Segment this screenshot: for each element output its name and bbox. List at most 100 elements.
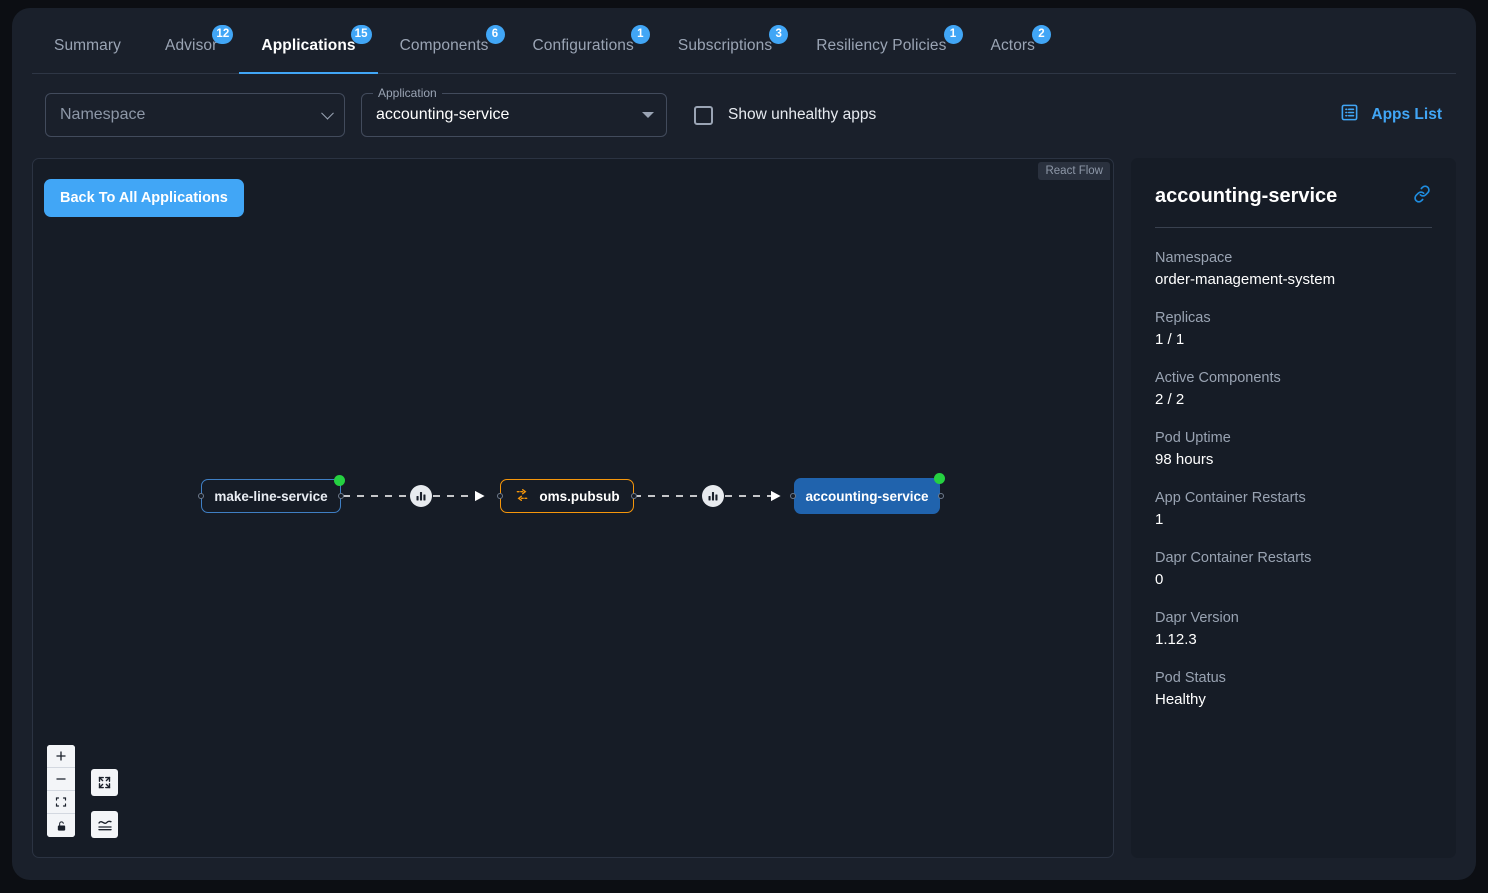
graph-canvas[interactable]: Back To All Applications React Flow make… (32, 158, 1114, 858)
tab-badge: 12 (212, 25, 234, 44)
namespace-select[interactable]: Namespace (45, 93, 345, 137)
main-content: Back To All Applications React Flow make… (32, 158, 1456, 858)
application-select-value: accounting-service (376, 106, 510, 123)
node-handle-left[interactable] (790, 493, 796, 499)
detail-panel: accounting-service Namespace order-manage… (1131, 158, 1456, 858)
pubsub-icon (514, 487, 530, 506)
detail-row-key: Dapr Container Restarts (1155, 550, 1312, 566)
fit-view-button[interactable] (47, 791, 75, 814)
lock-icon (57, 820, 65, 831)
expand-icon (98, 776, 111, 789)
link-icon[interactable] (1412, 184, 1432, 209)
tab-label: Components (399, 37, 489, 54)
tab-badge: 3 (769, 25, 789, 44)
detail-row: Namespace order-management-system (1155, 250, 1432, 288)
tab-advisor[interactable]: Advisor 12 (143, 25, 239, 73)
detail-row-key: Namespace (1155, 250, 1233, 266)
detail-row-value: 1 (1155, 511, 1164, 528)
application-select[interactable]: Application accounting-service (361, 86, 667, 137)
minus-icon (56, 778, 66, 780)
fit-icon (55, 797, 67, 807)
detail-row-value: Healthy (1155, 691, 1206, 708)
apps-list-button[interactable]: Apps List (1340, 103, 1442, 127)
tab-label: Subscriptions (677, 37, 773, 54)
tab-badge: 6 (485, 25, 505, 44)
detail-row-value: 0 (1155, 571, 1164, 588)
edge-metrics-badge[interactable] (410, 485, 432, 507)
graph-node-label: make-line-service (214, 488, 328, 504)
detail-row-key: Active Components (1155, 370, 1281, 386)
list-icon (1340, 103, 1359, 127)
tab-badge: 1 (630, 25, 650, 44)
node-handle-right[interactable] (631, 493, 637, 499)
detail-row: Pod Status Healthy (1155, 670, 1432, 708)
status-dot-healthy (334, 475, 345, 486)
tab-summary[interactable]: Summary (32, 37, 143, 73)
show-unhealthy-apps-checkbox[interactable]: Show unhealthy apps (694, 105, 877, 125)
edge-metrics-badge[interactable] (702, 485, 724, 507)
detail-row: Active Components 2 / 2 (1155, 370, 1432, 408)
metrics-icon (416, 492, 426, 501)
detail-row: Dapr Version 1.12.3 (1155, 610, 1432, 648)
detail-row-value: order-management-system (1155, 271, 1336, 288)
detail-row-key: Dapr Version (1155, 610, 1239, 626)
show-unhealthy-apps-label: Show unhealthy apps (728, 106, 877, 123)
tab-label: Resiliency Policies (816, 37, 947, 54)
chevron-down-icon (321, 106, 334, 120)
node-handle-right[interactable] (338, 493, 344, 499)
detail-row-value: 2 / 2 (1155, 391, 1185, 408)
tab-label: Actors (990, 37, 1036, 54)
detail-row-key: App Container Restarts (1155, 490, 1306, 506)
detail-row-value: 1 / 1 (1155, 331, 1185, 348)
react-flow-controls (47, 745, 75, 837)
node-handle-left[interactable] (497, 493, 503, 499)
node-handle-right[interactable] (938, 493, 944, 499)
metrics-icon (708, 492, 718, 501)
tab-configurations[interactable]: Configurations 1 (511, 25, 656, 73)
detail-title: accounting-service (1155, 185, 1338, 207)
lock-button[interactable] (47, 814, 75, 837)
tab-actors[interactable]: Actors 2 (969, 25, 1058, 73)
graph-node-accounting-service[interactable]: accounting-service (790, 473, 945, 514)
tab-badge: 2 (1032, 25, 1052, 44)
zoom-in-button[interactable] (47, 745, 75, 768)
status-dot-healthy (934, 473, 945, 484)
detail-row: Pod Uptime 98 hours (1155, 430, 1432, 468)
tab-label: Configurations (532, 37, 634, 54)
node-handle-left[interactable] (198, 493, 204, 499)
detail-row-value: 1.12.3 (1155, 631, 1197, 648)
tab-resiliency-policies[interactable]: Resiliency Policies 1 (794, 25, 968, 73)
layout-icon (97, 820, 112, 830)
detail-row: Dapr Container Restarts 0 (1155, 550, 1432, 588)
graph-node-make-line-service[interactable]: make-line-service (198, 475, 345, 513)
tab-bar: Summary Advisor 12 Applications 15 Components… (32, 8, 1456, 74)
graph-node-label: accounting-service (805, 488, 929, 504)
application-select-legend: Application (373, 86, 442, 100)
tab-subscriptions[interactable]: Subscriptions 3 (656, 25, 794, 73)
graph-node-label: oms.pubsub (539, 488, 620, 504)
app-card: Summary Advisor 12 Applications 15 Components… (12, 8, 1476, 880)
tab-badge: 1 (943, 25, 963, 44)
tab-badge: 15 (350, 25, 372, 44)
detail-row-key: Pod Status (1155, 670, 1226, 686)
tab-components[interactable]: Components 6 (378, 25, 511, 73)
tab-applications[interactable]: Applications 15 (239, 25, 378, 74)
fullscreen-button[interactable] (91, 769, 118, 796)
filter-bar: Namespace Application accounting-service… (32, 74, 1456, 156)
detail-row: Replicas 1 / 1 (1155, 310, 1432, 348)
layout-button[interactable] (91, 811, 118, 838)
tab-label: Applications (261, 37, 356, 54)
apps-list-label: Apps List (1371, 106, 1442, 123)
plus-icon (56, 751, 66, 761)
checkbox-box[interactable] (694, 105, 713, 125)
detail-header: accounting-service (1155, 184, 1432, 228)
tab-label: Summary (54, 37, 122, 54)
detail-row-key: Pod Uptime (1155, 430, 1231, 446)
namespace-select-value: Namespace (60, 106, 146, 123)
zoom-out-button[interactable] (47, 768, 75, 791)
graph-node-oms-pubsub[interactable]: oms.pubsub (497, 479, 637, 513)
detail-row-key: Replicas (1155, 310, 1211, 326)
tab-label: Advisor (165, 37, 218, 54)
detail-row: App Container Restarts 1 (1155, 490, 1432, 528)
chevron-down-icon (642, 112, 654, 118)
